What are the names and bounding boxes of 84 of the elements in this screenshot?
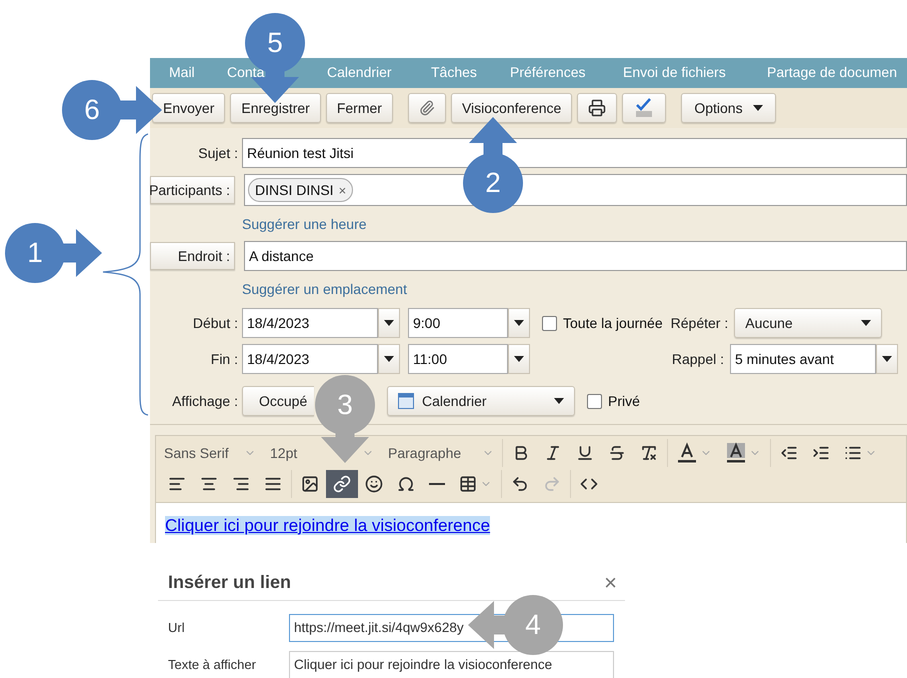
editor-tool-button[interactable] (326, 470, 358, 498)
calendar-icon (398, 393, 414, 409)
checkbox[interactable] (542, 316, 557, 330)
checkbox-label: Toute la journée (563, 314, 663, 333)
dropdown-button[interactable] (508, 308, 530, 338)
paperclip-icon (418, 100, 435, 116)
status-select[interactable]: Occupé (242, 386, 314, 416)
field-label: Affichage : (171, 392, 238, 411)
field-label: Répéter : (670, 314, 728, 333)
format-select[interactable]: Sans Serif (164, 442, 264, 464)
omega-icon (397, 475, 415, 493)
field-label: Début : (192, 314, 238, 332)
image-icon (301, 475, 319, 493)
participant-chip[interactable]: DINSI DINSI × (248, 178, 354, 202)
indent-icon (812, 444, 830, 462)
redo-icon (543, 475, 561, 493)
dialog-title: Insérer un lien (168, 571, 292, 594)
repeat-select[interactable]: Aucune (734, 308, 882, 338)
caret-icon (514, 356, 524, 362)
clear-icon (640, 444, 658, 462)
field-label: Sujet : (197, 144, 238, 163)
field-label: Texte à afficher (168, 656, 257, 674)
participants-button[interactable]: Participants : (150, 176, 235, 204)
text-field[interactable]: Cliquer ici pour rejoindre la visioconference (289, 651, 614, 678)
subject-field[interactable]: Réunion test Jitsi (242, 138, 907, 168)
dropdown-button[interactable] (508, 344, 530, 374)
underline-icon (576, 444, 594, 462)
close-button[interactable]: × (604, 572, 617, 594)
hr-icon (429, 482, 445, 486)
table-icon (459, 475, 477, 493)
justify-icon (264, 475, 282, 493)
remove-chip-button[interactable]: × (338, 184, 346, 196)
toolbar-button[interactable]: Fermer (326, 93, 393, 123)
caret-icon (384, 356, 394, 362)
align-right-icon (232, 475, 250, 493)
start-date-field[interactable]: 18/4/2023 (242, 308, 378, 338)
reminder-field[interactable]: 5 minutes avant (730, 344, 876, 374)
step-badge: 6 (62, 80, 122, 140)
printer-icon (588, 99, 606, 117)
field-label: Url (168, 619, 186, 638)
align-center-icon (200, 475, 218, 493)
field-label: Rappel : (672, 350, 724, 369)
chip-label: DINSI DINSI (255, 180, 334, 200)
print-button[interactable] (577, 93, 618, 123)
options-menu-button[interactable]: Options (681, 93, 776, 123)
caret-icon (861, 320, 872, 326)
caret-icon (514, 320, 524, 326)
caret-icon (554, 398, 564, 404)
format-select[interactable]: Paragraphe (382, 442, 502, 464)
highlight-color-icon (726, 442, 746, 464)
end-time-field[interactable]: 11:00 (408, 344, 508, 374)
step-badge: 1 (5, 223, 65, 283)
checkbox-label: Privé (608, 392, 640, 410)
outdent-icon (780, 444, 798, 462)
caret-icon (882, 356, 892, 362)
toolbar-button[interactable]: Enregistrer (230, 93, 321, 123)
spellcheck-button[interactable] (622, 93, 666, 123)
caret-icon (384, 320, 394, 326)
field-label: Fin : (210, 350, 238, 368)
end-date-field[interactable]: 18/4/2023 (242, 344, 378, 374)
emoji-icon (365, 475, 383, 493)
toolbar-button[interactable]: Envoyer (152, 93, 226, 123)
undo-icon (511, 475, 529, 493)
dropdown-button[interactable] (378, 344, 400, 374)
align-left-icon (168, 475, 186, 493)
attach-button[interactable] (408, 93, 446, 123)
text-color-icon (677, 442, 697, 464)
dropdown-button[interactable] (378, 308, 400, 338)
checkbox[interactable] (587, 394, 602, 408)
location-button[interactable]: Endroit : (150, 242, 235, 270)
format-select[interactable]: 12pt (264, 442, 382, 464)
visioconference-link[interactable]: Cliquer ici pour rejoindre la visioconference (165, 516, 490, 535)
list-icon (844, 444, 862, 462)
location-field[interactable]: A distance (244, 241, 907, 271)
italic-icon (544, 444, 562, 462)
strike-icon (608, 444, 626, 462)
suggest-time-link[interactable]: Suggérer une heure (242, 214, 367, 235)
start-time-field[interactable]: 9:00 (408, 308, 508, 338)
dropdown-button[interactable] (876, 344, 898, 374)
calendar-select[interactable]: Calendrier (387, 386, 575, 416)
link-icon (333, 475, 351, 493)
toolbar-button[interactable]: Visioconference (450, 93, 572, 123)
caret-icon (752, 105, 763, 111)
suggest-location-link[interactable]: Suggérer un emplacement (242, 279, 407, 300)
